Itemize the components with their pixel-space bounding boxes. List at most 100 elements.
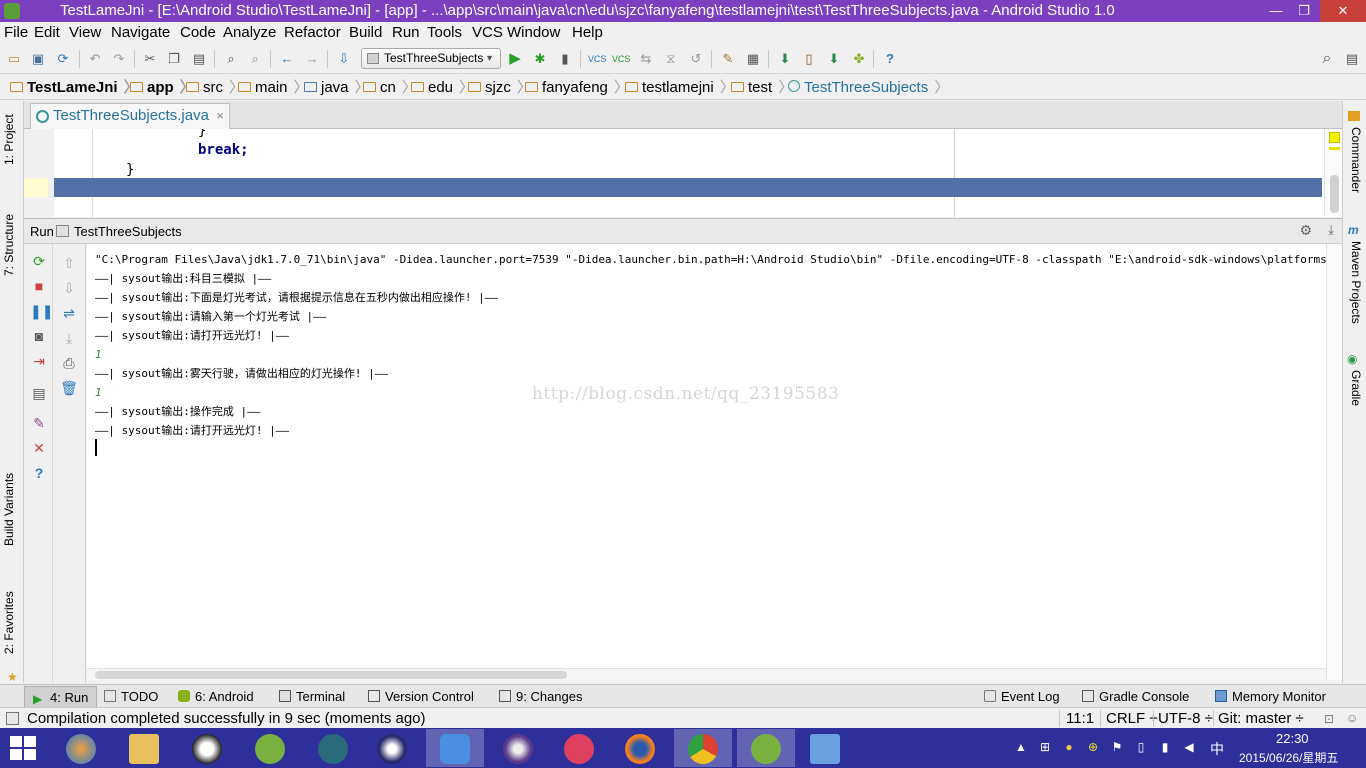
menu-code[interactable]: Code bbox=[180, 24, 216, 41]
menu-run[interactable]: Run bbox=[392, 24, 420, 41]
breadcrumb-item-fanyafeng[interactable]: fanyafeng 〉 bbox=[525, 78, 629, 98]
breadcrumb-item-cn[interactable]: cn 〉 bbox=[363, 78, 417, 98]
taskbar-app-eclipse-2[interactable] bbox=[489, 729, 547, 767]
tool-tab-commander[interactable]: Commander bbox=[1349, 127, 1363, 193]
tray-volume-icon[interactable]: ◀ bbox=[1182, 740, 1196, 754]
search-everywhere-icon[interactable]: ⌕ bbox=[1318, 50, 1336, 68]
gear-icon[interactable]: ⚙ bbox=[1299, 222, 1312, 239]
vcs-revert-icon[interactable]: ↺ bbox=[687, 50, 705, 68]
close-run-icon[interactable]: ✕ bbox=[30, 439, 48, 457]
taskbar-app-firefox[interactable] bbox=[611, 729, 669, 767]
tool-tab-project[interactable]: 1: Project bbox=[2, 114, 16, 165]
run-icon[interactable]: ▶ bbox=[506, 50, 524, 68]
help-icon[interactable]: ? bbox=[881, 50, 899, 68]
toolbar-menu-icon[interactable]: ▤ bbox=[1343, 50, 1361, 68]
tool-tab-terminal[interactable]: Terminal bbox=[279, 689, 345, 704]
ime-indicator[interactable]: 中 bbox=[1210, 739, 1224, 759]
breadcrumb-item-app[interactable]: app 〉 bbox=[130, 78, 195, 98]
tool-tab-event-log[interactable]: Event Log bbox=[984, 689, 1060, 704]
toggle-tool-windows-icon[interactable] bbox=[6, 712, 19, 725]
warning-marker[interactable] bbox=[1329, 132, 1340, 143]
breadcrumb-item-testlamejni-pkg[interactable]: testlamejni 〉 bbox=[625, 78, 735, 98]
menu-view[interactable]: View bbox=[69, 24, 101, 41]
tool-tab-structure[interactable]: 7: Structure bbox=[2, 214, 16, 276]
tool-tab-android[interactable]: 6: Android bbox=[178, 689, 254, 704]
tray-app-icon[interactable]: ● bbox=[1062, 740, 1076, 754]
tool-tab-favorites[interactable]: 2: Favorites bbox=[2, 591, 16, 654]
vcs-commit-icon[interactable]: VCS bbox=[612, 50, 631, 68]
breadcrumb-item-testlamejni[interactable]: TestLameJni 〉 bbox=[10, 78, 139, 98]
caret-position[interactable]: 11:1 bbox=[1066, 710, 1094, 727]
rerun-icon[interactable]: ⟳ bbox=[30, 252, 48, 270]
layout-icon[interactable]: ▤ bbox=[30, 384, 48, 402]
tool-tab-gradle[interactable]: Gradle bbox=[1349, 370, 1363, 406]
tray-network-icon[interactable]: ▮ bbox=[1158, 740, 1172, 754]
breadcrumb-item-edu[interactable]: edu 〉 bbox=[411, 78, 474, 98]
breadcrumb-item-test[interactable]: test 〉 bbox=[731, 78, 793, 98]
avd-manager-icon[interactable]: ▯ bbox=[800, 50, 818, 68]
git-branch[interactable]: Git: master ÷ bbox=[1218, 710, 1304, 727]
soft-wrap-icon[interactable]: ⇌ bbox=[60, 304, 78, 322]
debug-icon[interactable]: ✱ bbox=[531, 50, 549, 68]
taskbar-app-qq[interactable] bbox=[178, 729, 236, 767]
close-button[interactable]: ✕ bbox=[1320, 0, 1366, 22]
save-icon[interactable]: ▣ bbox=[29, 50, 47, 68]
tray-expand-icon[interactable]: ▲ bbox=[1014, 740, 1028, 754]
code-area[interactable]: } break; } bbox=[54, 129, 1324, 217]
tool-tab-gradle-console[interactable]: Gradle Console bbox=[1082, 689, 1189, 704]
pause-icon[interactable]: ❚❚ bbox=[30, 302, 53, 320]
taskbar-app-browser[interactable] bbox=[52, 729, 110, 767]
clock-date[interactable]: 2015/06/26/星期五 bbox=[1239, 749, 1338, 766]
pin-icon[interactable]: ✎ bbox=[30, 414, 48, 432]
forward-icon[interactable]: → bbox=[303, 50, 321, 68]
undo-icon[interactable]: ↶ bbox=[86, 50, 104, 68]
tool-tab-version-control[interactable]: Version Control bbox=[368, 689, 474, 704]
taskbar-app-eclipse[interactable] bbox=[363, 729, 421, 767]
tool-tab-memory-monitor[interactable]: Memory Monitor bbox=[1215, 689, 1326, 704]
menu-window[interactable]: Window bbox=[507, 24, 560, 41]
open-folder-icon[interactable]: ▭ bbox=[5, 50, 23, 68]
console-output[interactable]: "C:\Program Files\Java\jdk1.7.0_71\bin\j… bbox=[87, 244, 1326, 668]
breadcrumb-item-sjzc[interactable]: sjzc 〉 bbox=[468, 78, 532, 98]
tray-plus-icon[interactable]: ⊕ bbox=[1086, 740, 1100, 754]
stop-icon[interactable]: ■ bbox=[30, 277, 48, 295]
editor-scrollbar[interactable] bbox=[1324, 129, 1342, 217]
editor-scroll-thumb[interactable] bbox=[1330, 175, 1339, 213]
help-run-icon[interactable]: ? bbox=[30, 464, 48, 482]
console-scroll-thumb[interactable] bbox=[95, 671, 567, 679]
up-arrow-icon[interactable]: ⇧ bbox=[60, 254, 78, 272]
minimize-button[interactable]: — bbox=[1262, 0, 1290, 22]
file-encoding[interactable]: UTF-8 ÷ bbox=[1158, 710, 1213, 727]
console-horizontal-scrollbar[interactable] bbox=[87, 668, 1326, 680]
menu-vcs[interactable]: VCS bbox=[472, 24, 503, 41]
back-icon[interactable]: ← bbox=[278, 50, 296, 68]
project-structure-icon[interactable]: ▦ bbox=[744, 50, 762, 68]
tray-windows-icon[interactable]: ⊞ bbox=[1038, 740, 1052, 754]
start-button[interactable] bbox=[10, 736, 36, 760]
breadcrumb-item-class[interactable]: TestThreeSubjects 〉 bbox=[788, 78, 949, 98]
hide-panel-icon[interactable]: ⤓ bbox=[1328, 222, 1334, 238]
tray-device-icon[interactable]: ▯ bbox=[1134, 740, 1148, 754]
run-tab[interactable]: TestThreeSubjects bbox=[56, 224, 182, 239]
tray-flag-icon[interactable]: ⚑ bbox=[1110, 740, 1124, 754]
vcs-compare-icon[interactable]: ⇆ bbox=[637, 50, 655, 68]
menu-build[interactable]: Build bbox=[349, 24, 382, 41]
make-project-icon[interactable]: ⇩ bbox=[335, 50, 353, 68]
line-separator[interactable]: CRLF ÷ bbox=[1106, 710, 1158, 727]
run-configuration-dropdown[interactable]: TestThreeSubjects ▼ bbox=[361, 48, 501, 69]
find-icon[interactable]: ⌕ bbox=[222, 50, 240, 68]
lock-icon[interactable]: ⊡ bbox=[1324, 712, 1334, 726]
taskbar-app-chat[interactable] bbox=[426, 729, 484, 767]
taskbar-app-android-studio-2[interactable] bbox=[737, 729, 795, 767]
tool-tab-build-variants[interactable]: Build Variants bbox=[2, 473, 16, 546]
attach-debugger-icon[interactable]: ▮ bbox=[556, 50, 574, 68]
android-monitor-icon[interactable]: ✤ bbox=[850, 50, 868, 68]
scroll-to-end-icon[interactable]: ⤓ bbox=[60, 329, 78, 347]
breadcrumb-item-java[interactable]: java 〉 bbox=[304, 78, 370, 98]
taskbar-app-image[interactable] bbox=[796, 729, 854, 767]
clock-time[interactable]: 22:30 bbox=[1276, 731, 1309, 746]
copy-icon[interactable]: ❐ bbox=[165, 50, 183, 68]
code-editor[interactable]: } break; } bbox=[24, 129, 1342, 217]
vcs-update-icon[interactable]: VCS bbox=[588, 50, 607, 68]
status-message[interactable]: Compilation completed successfully in 9 … bbox=[27, 710, 426, 727]
